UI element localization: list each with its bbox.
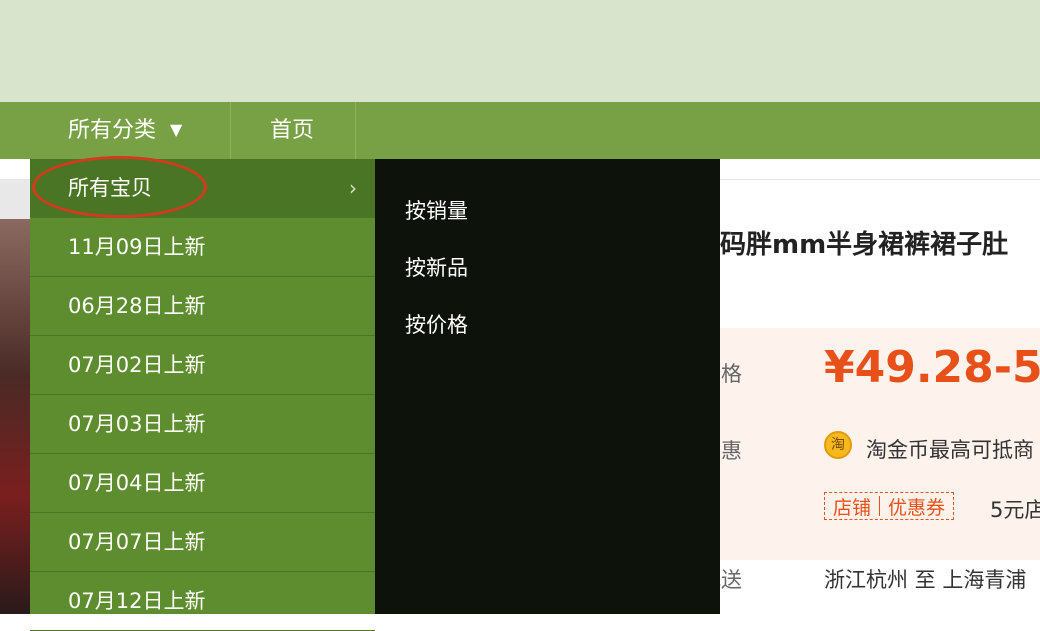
all-categories-label: 所有分类	[68, 118, 157, 143]
dropdown-triangle-icon: ▼	[170, 120, 183, 139]
product-photo-edge	[0, 180, 30, 219]
price-box: 价格 ¥49.28-5 优惠 淘 淘金币最高可抵商 店铺 优惠券 5元店	[720, 328, 1040, 560]
ship-label: 配送	[720, 568, 742, 592]
shop-navbar: 所有分类 ▼ 首页	[0, 102, 1040, 159]
menu-item-label: 07月07日上新	[68, 530, 206, 554]
all-categories-menu[interactable]: 所有分类 ▼	[68, 102, 182, 159]
sort-by-sales[interactable]: 按销量	[405, 195, 468, 225]
nav-divider	[355, 102, 356, 159]
sort-by-price[interactable]: 按价格	[405, 309, 468, 339]
price-value: ¥49.28-5	[824, 342, 1040, 393]
taobao-coin-icon: 淘	[824, 431, 852, 459]
menu-item-new-0628[interactable]: 06月28日上新	[30, 277, 375, 336]
product-title: 码胖mm半身裙裤裙子肚	[720, 230, 1009, 260]
ship-text[interactable]: 浙江杭州 至 上海青浦	[824, 564, 1026, 594]
price-label: 价格	[720, 362, 742, 386]
chevron-right-icon: ›	[349, 176, 357, 200]
menu-item-new-1109[interactable]: 11月09日上新	[30, 218, 375, 277]
menu-item-label: 11月09日上新	[68, 235, 206, 259]
coupon-label: 优惠券	[888, 496, 946, 519]
menu-item-new-0707[interactable]: 07月07日上新	[30, 513, 375, 572]
menu-item-new-0712[interactable]: 07月12日上新	[30, 572, 375, 631]
nav-divider	[230, 102, 231, 159]
menu-item-label: 07月03日上新	[68, 412, 206, 436]
sort-by-newest[interactable]: 按新品	[405, 252, 468, 282]
menu-item-new-0703[interactable]: 07月03日上新	[30, 395, 375, 454]
menu-item-label: 07月02日上新	[68, 353, 206, 377]
menu-item-label: 07月12日上新	[68, 589, 206, 613]
coupon-text: 5元店	[990, 498, 1040, 522]
menu-item-new-0704[interactable]: 07月04日上新	[30, 454, 375, 513]
sort-submenu: 按销量 按新品 按价格	[375, 159, 720, 614]
store-coupon-badge[interactable]: 店铺 优惠券	[824, 492, 955, 520]
nav-home-link[interactable]: 首页	[270, 102, 314, 159]
highlight-circle-annotation	[32, 156, 207, 218]
product-photo[interactable]	[0, 219, 30, 614]
menu-item-new-0702[interactable]: 07月02日上新	[30, 336, 375, 395]
category-dropdown-menu: 所有宝贝 › 11月09日上新 06月28日上新 07月02日上新 07月03日…	[30, 159, 375, 631]
product-info-panel: 码胖mm半身裙裤裙子肚 价格 ¥49.28-5 优惠 淘 淘金币最高可抵商 店铺…	[720, 180, 1040, 614]
menu-item-label: 07月04日上新	[68, 471, 206, 495]
coupon-store-label: 店铺	[833, 496, 872, 519]
promo-label: 优惠	[720, 439, 742, 463]
menu-item-label: 06月28日上新	[68, 294, 206, 318]
shop-banner	[0, 0, 1040, 102]
promo-text[interactable]: 淘金币最高可抵商	[866, 434, 1034, 464]
